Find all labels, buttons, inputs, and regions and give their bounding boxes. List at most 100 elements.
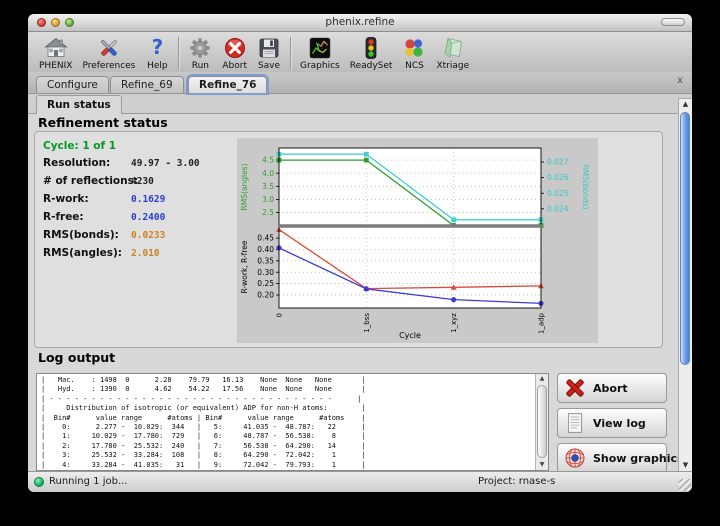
run-status-page: Refinement status Cycle: 1 of 1 Resoluti… (28, 113, 678, 472)
tab-configure[interactable]: Configure (36, 76, 109, 93)
stat-value: 4230 (131, 176, 154, 187)
stat-value: 2.010 (131, 248, 160, 259)
svg-text:0.024: 0.024 (547, 204, 569, 213)
toolbar-button-label: Abort (222, 61, 247, 71)
stat-label: # of reflections: (43, 175, 138, 187)
refinement-chart: 2.53.03.54.04.50.0240.0250.0260.027RMS(b… (237, 138, 598, 343)
refinement-chart-panel: 2.53.03.54.04.50.0240.0250.0260.027RMS(b… (237, 138, 598, 343)
toolbar-button-help[interactable]: ? Help (140, 29, 174, 72)
readyset-traffic-light-icon (359, 36, 383, 60)
stat-value: 0.1629 (131, 194, 165, 205)
svg-text:Cycle: Cycle (399, 331, 421, 340)
svg-text:4.5: 4.5 (262, 156, 274, 165)
toolbar-button-label: Save (258, 61, 280, 71)
help-icon: ? (145, 36, 169, 60)
ncs-spheres-icon (402, 36, 426, 60)
svg-text:1_adp: 1_adp (538, 312, 546, 334)
svg-text:0.35: 0.35 (257, 256, 274, 265)
refinement-status-heading: Refinement status (38, 115, 168, 130)
resize-grip[interactable] (679, 479, 691, 491)
toolbar-button-label: Xtriage (436, 61, 469, 71)
stat-rms-bonds: RMS(bonds): 0.0233 (43, 229, 233, 241)
toolbar-button-run[interactable]: Run (183, 29, 217, 72)
stat-label: R-work: (43, 193, 89, 205)
scroll-down-icon[interactable]: ▼ (679, 460, 692, 471)
svg-text:0.40: 0.40 (257, 245, 274, 254)
toolbar-button-xtriage[interactable]: Xtriage (431, 29, 474, 72)
refinement-status-groupbox: Cycle: 1 of 1 Resolution: 49.97 - 3.00 #… (34, 131, 663, 348)
toolbar-button-label: ReadySet (350, 61, 393, 71)
toolbar-button-abort[interactable]: Abort (217, 29, 252, 72)
main-scrollbar-thumb[interactable] (680, 112, 690, 365)
abort-icon (223, 36, 247, 60)
view-log-button[interactable]: View log (557, 408, 667, 438)
stat-label: R-free: (43, 211, 84, 223)
toolbar-toggle-button[interactable] (661, 18, 685, 26)
svg-text:0.027: 0.027 (547, 158, 569, 167)
subtab-label: Run status (47, 99, 111, 111)
stat-value: 49.97 - 3.00 (131, 158, 200, 169)
document-icon (564, 412, 586, 434)
graphics-molecule-icon (308, 36, 332, 60)
svg-text:4.0: 4.0 (262, 169, 274, 178)
toolbar-button-phenix[interactable]: PHENIX (34, 29, 77, 72)
svg-text:0.25: 0.25 (257, 279, 274, 288)
svg-text:2.5: 2.5 (262, 208, 274, 217)
show-graphics-button[interactable]: Show graphics (557, 443, 667, 473)
toolbar-button-label: NCS (405, 61, 424, 71)
main-scrollbar[interactable]: ▲ ▼ (678, 98, 692, 472)
running-indicator-icon (34, 477, 44, 487)
toolbar-button-ncs[interactable]: NCS (397, 29, 431, 72)
svg-text:RMS(angles): RMS(angles) (240, 163, 249, 210)
tab-label: Refine_69 (121, 79, 173, 91)
scroll-up-icon[interactable]: ▲ (679, 99, 692, 110)
log-scrollbar[interactable]: ▲ ▼ (535, 374, 548, 470)
log-scrollbar-thumb[interactable] (537, 385, 547, 458)
toolbar-separator (178, 37, 179, 70)
tab-run-status[interactable]: Run status (36, 95, 122, 114)
status-message: Running 1 job... (49, 476, 127, 487)
toolbar-button-label: Run (192, 61, 209, 71)
log-output-heading: Log output (38, 350, 115, 365)
toolbar-button-preferences[interactable]: Preferences (77, 29, 140, 72)
svg-text:0.45: 0.45 (257, 234, 274, 243)
stat-r-free: R-free: 0.2400 (43, 211, 233, 223)
phenix-home-icon (44, 36, 68, 60)
svg-text:1_xyz: 1_xyz (450, 313, 458, 333)
toolbar-button-save[interactable]: Save (252, 29, 286, 72)
tabbar: Configure Refine_69 Refine_76 x (28, 72, 692, 94)
stat-label: Resolution: (43, 157, 110, 169)
tab-close-icon[interactable]: x (677, 75, 683, 87)
button-label: Abort (593, 382, 628, 395)
svg-text:0: 0 (276, 313, 284, 317)
tab-refine-76[interactable]: Refine_76 (188, 76, 267, 93)
scroll-up-icon[interactable]: ▲ (536, 374, 548, 384)
log-text: | Mac. : 1498 0 2.28 79.79 16.13 None No… (37, 374, 548, 470)
svg-text:0.20: 0.20 (257, 291, 274, 300)
toolbar: PHENIX Preferences ? Help Run Abort (28, 32, 692, 73)
log-output-box[interactable]: | Mac. : 1498 0 2.28 79.79 16.13 None No… (36, 373, 549, 471)
svg-text:0.026: 0.026 (547, 173, 569, 182)
tab-refine-69[interactable]: Refine_69 (110, 76, 184, 93)
xtriage-crystal-icon (441, 36, 465, 60)
tab-label: Configure (47, 79, 98, 91)
stat-reflections: # of reflections: 4230 (43, 175, 233, 187)
toolbar-button-readyset[interactable]: ReadySet (345, 29, 398, 72)
toolbar-separator (290, 37, 291, 70)
window-title: phenix.refine (28, 16, 692, 28)
abort-button[interactable]: Abort (557, 373, 667, 403)
toolbar-button-graphics[interactable]: Graphics (295, 29, 345, 72)
toolbar-button-label: PHENIX (39, 61, 72, 71)
button-label: View log (593, 417, 646, 430)
svg-text:R-work, R-free: R-work, R-free (240, 240, 249, 293)
scroll-down-icon[interactable]: ▼ (536, 460, 548, 470)
stat-value: 0.2400 (131, 212, 165, 223)
svg-text:1_bss: 1_bss (363, 313, 371, 333)
stat-resolution: Resolution: 49.97 - 3.00 (43, 157, 233, 169)
save-floppy-icon (257, 36, 281, 60)
stat-label: RMS(bonds): (43, 229, 119, 241)
svg-text:3.0: 3.0 (262, 195, 274, 204)
cycle-indicator: Cycle: 1 of 1 (43, 140, 116, 152)
svg-text:3.5: 3.5 (262, 182, 274, 191)
stat-r-work: R-work: 0.1629 (43, 193, 233, 205)
